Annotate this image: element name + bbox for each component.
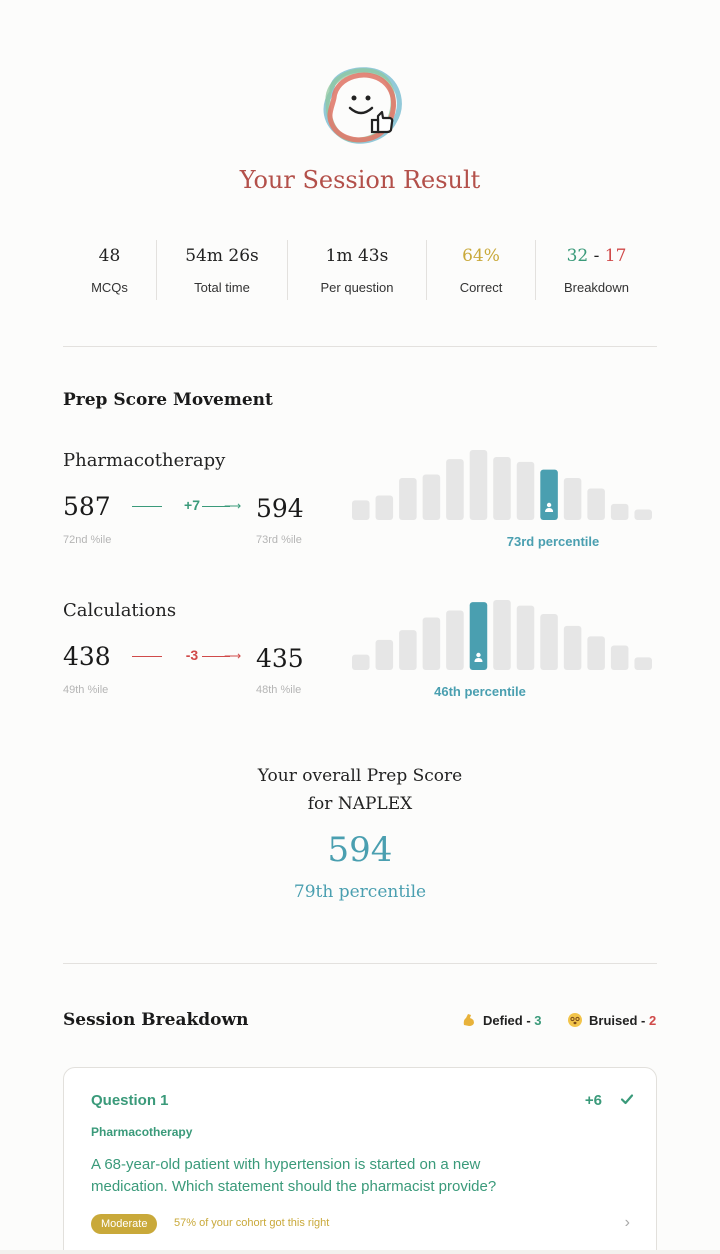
score-before: 587 <box>63 492 111 521</box>
distribution-bar-you <box>540 469 558 520</box>
divider <box>63 346 657 347</box>
stat-mcqs: 48 MCQs <box>63 240 157 300</box>
distribution-bar <box>493 600 511 670</box>
session-breakdown-title: Session Breakdown <box>63 1010 249 1030</box>
percentile-after: 48th %ile <box>256 684 302 696</box>
defied-legend: Defied - 3 <box>461 1012 542 1028</box>
overall-label: Your overall Prep Score for NAPLEX <box>0 762 720 818</box>
flexed-biceps-icon <box>463 1014 474 1026</box>
subject-name: Calculations <box>63 600 177 621</box>
distribution-bar <box>352 654 370 670</box>
question-text: A 68-year-old patient with hypertension … <box>91 1156 497 1195</box>
session-result-page: Your Session Result 48 MCQs 54m 26s Tota… <box>0 0 720 1250</box>
distribution-bar <box>634 657 652 670</box>
stat-label: Total time <box>194 280 250 295</box>
overall-percentile: 79th percentile <box>293 882 427 902</box>
page-title: Your Session Result <box>239 166 481 194</box>
stat-label: Breakdown <box>563 280 630 295</box>
session-stats: 48 MCQs 54m 26s Total time 1m 43s Per qu… <box>63 240 657 300</box>
subject-name: Pharmacotherapy <box>63 450 226 471</box>
distribution-bar <box>563 478 582 520</box>
overall-label-line1: Your overall Prep Score <box>257 766 463 786</box>
distribution-bar <box>352 500 370 520</box>
overall-score: 594 <box>327 830 393 870</box>
subject-pharmacotherapy: Pharmacotherapy 587 72nd %ile +7 ⟶ 594 7… <box>63 450 657 580</box>
stat-value: 1m 43s <box>325 246 389 266</box>
stat-label: Correct <box>459 280 503 295</box>
correct-count: 32 <box>566 246 589 266</box>
distribution-bar <box>446 459 464 520</box>
stat-value: 48 <box>98 246 121 266</box>
chevron-right-icon[interactable]: › <box>625 1214 630 1232</box>
distribution-bar <box>610 503 629 520</box>
score-after: 594 <box>256 494 304 523</box>
stat-per-question: 1m 43s Per question <box>288 240 427 300</box>
distribution-bar <box>375 639 394 670</box>
stat-total-time: 54m 26s Total time <box>157 240 288 300</box>
distribution-bar <box>493 457 511 520</box>
distribution-chart <box>352 600 652 670</box>
stat-label: MCQs <box>91 280 128 295</box>
distribution-bar <box>375 495 394 520</box>
distribution-bar <box>587 488 605 520</box>
defied-count: 3 <box>534 1012 542 1028</box>
stat-correct: 64% Correct <box>427 240 536 300</box>
distribution-bar <box>399 630 417 670</box>
defied-label: Defied - <box>483 1012 535 1028</box>
wrong-count: 17 <box>604 246 627 266</box>
percentile-label: 46th percentile <box>434 684 526 699</box>
bruised-count: 2 <box>648 1012 657 1028</box>
distribution-bar <box>516 461 535 520</box>
distribution-bar <box>422 617 441 670</box>
distribution-bar <box>634 509 652 520</box>
checkmark-icon <box>620 1094 634 1105</box>
stat-breakdown: 32 - 17 Breakdown <box>536 240 657 300</box>
prep-score-title: Prep Score Movement <box>63 390 273 410</box>
stat-value: 32 - 17 <box>567 246 627 270</box>
percentile-before: 72nd %ile <box>63 534 112 546</box>
subject-calculations: Calculations 438 49th %ile -3 ⟶ 435 48th… <box>63 600 657 730</box>
percentile-label: 73rd percentile <box>506 534 600 549</box>
dizzy-face-icon <box>568 1013 582 1027</box>
stat-label: Per question <box>320 280 394 295</box>
distribution-bar <box>446 610 464 670</box>
question-subject: Pharmacotherapy <box>91 1125 193 1139</box>
arrow-right-icon: ⟶ <box>224 499 242 513</box>
stat-value: 64% <box>462 246 500 266</box>
question-title: Question 1 <box>91 1092 169 1109</box>
score-before: 438 <box>63 642 111 671</box>
distribution-bar <box>516 605 535 670</box>
divider <box>63 963 657 964</box>
distribution-bar <box>422 474 441 520</box>
cohort-stat: 57% of your cohort got this right <box>174 1217 330 1229</box>
arrow-line <box>132 656 162 657</box>
difficulty-badge: Moderate <box>91 1214 158 1234</box>
question-card[interactable]: Question 1 +6 Pharmacotherapy A 68-year-… <box>63 1067 657 1250</box>
distribution-chart <box>352 450 652 520</box>
percentile-after: 73rd %ile <box>256 534 302 546</box>
score-delta: +7 <box>184 497 200 513</box>
bruised-legend: Bruised - 2 <box>567 1012 656 1028</box>
arrow-line <box>132 506 162 507</box>
smiley-thumbs-up-logo <box>323 67 402 144</box>
overall-label-line2: for NAPLEX <box>307 794 413 814</box>
percentile-before: 49th %ile <box>63 684 109 696</box>
question-delta: +6 <box>584 1092 602 1109</box>
distribution-bar <box>587 636 605 670</box>
stat-value: 54m 26s <box>185 246 259 266</box>
arrow-right-icon: ⟶ <box>224 649 242 663</box>
distribution-bar <box>540 614 558 670</box>
separator: - <box>588 246 605 266</box>
distribution-bar <box>563 625 582 670</box>
score-delta: -3 <box>185 647 199 663</box>
bruised-label: Bruised - <box>589 1012 649 1028</box>
distribution-bar <box>399 478 417 520</box>
distribution-bar <box>610 645 629 670</box>
distribution-bar <box>469 450 488 520</box>
score-after: 435 <box>256 644 304 673</box>
